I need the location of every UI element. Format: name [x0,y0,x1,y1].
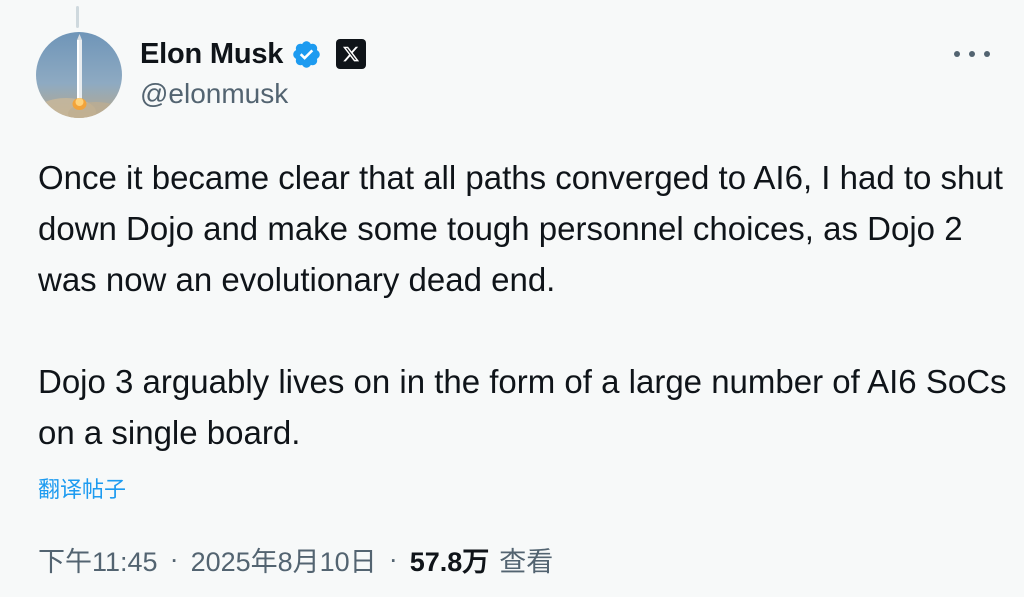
more-dot [984,51,990,57]
views-label: 查看 [499,547,554,577]
tweet-paragraph: Dojo 3 arguably lives on in the form of … [38,363,1007,451]
translate-post-link[interactable]: 翻译帖子 [38,472,126,504]
more-dot [969,51,975,57]
author-display-name[interactable]: Elon Musk [140,38,283,71]
views-count[interactable]: 57.8万 [410,540,490,579]
more-options-icon[interactable] [952,42,992,66]
thread-connector-line [76,6,79,28]
more-dot [954,51,960,57]
post-time[interactable]: 下午11:45 [38,540,158,579]
meta-separator: · [169,544,179,574]
rocket-launch-avatar-image [36,32,122,118]
tweet-paragraph: Once it became clear that all paths conv… [38,159,1003,298]
avatar[interactable] [36,32,122,118]
author-name-row: Elon Musk [140,34,367,74]
post-date[interactable]: 2025年8月10日 [191,540,377,579]
author-handle[interactable]: @elonmusk [140,78,288,110]
x-logo-icon [336,39,367,69]
meta-separator: · [388,544,398,574]
tweet-metadata: 下午11:45 · 2025年8月10日 · 57.8万 查看 [38,540,553,579]
tweet-text: Once it became clear that all paths conv… [38,152,1008,458]
verified-badge-icon[interactable] [291,39,322,70]
